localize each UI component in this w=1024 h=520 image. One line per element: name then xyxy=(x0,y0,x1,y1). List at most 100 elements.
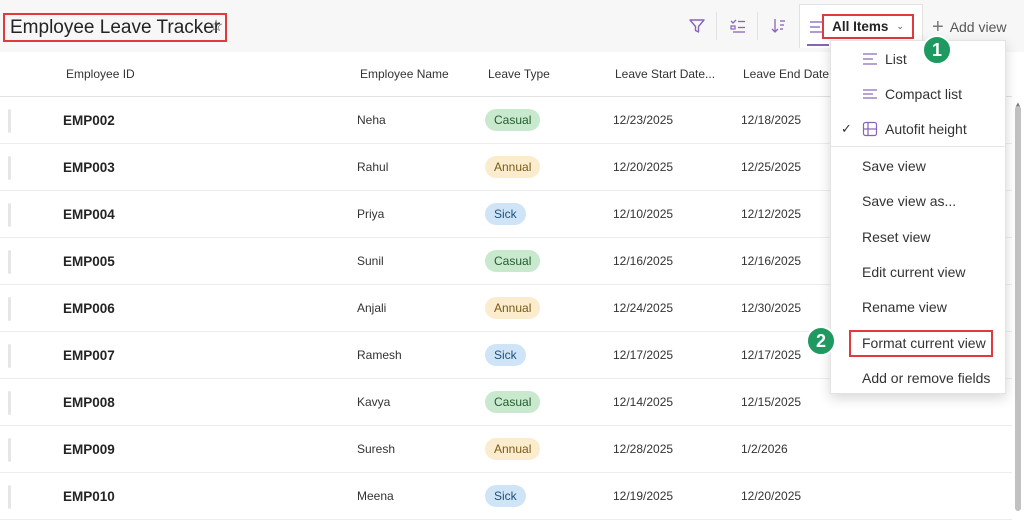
cell-leave-start-date: 12/10/2025 xyxy=(613,207,674,221)
table-row[interactable]: EMP009 Suresh Annual 12/28/2025 1/2/2026 xyxy=(0,426,1012,473)
leave-type-pill: Sick xyxy=(485,485,526,507)
menu-item-label: List xyxy=(885,51,907,67)
row-selection-handle[interactable] xyxy=(8,391,11,415)
cell-leave-end-date: 12/20/2025 xyxy=(741,489,802,503)
row-selection-handle[interactable] xyxy=(8,250,11,274)
menu-item-save-view-as[interactable]: Save view as... xyxy=(831,184,1007,218)
cell-employee-name: Kavya xyxy=(357,395,391,409)
autofit-icon xyxy=(862,121,878,137)
compact-list-icon xyxy=(863,89,877,99)
cell-leave-start-date: 12/24/2025 xyxy=(613,301,674,315)
cell-employee-id[interactable]: EMP006 xyxy=(63,301,115,316)
column-header-leave-end-date[interactable]: Leave End Date xyxy=(743,67,829,81)
favorite-star-icon[interactable]: ☆ xyxy=(207,17,225,35)
cell-leave-start-date: 12/20/2025 xyxy=(613,160,674,174)
table-row[interactable]: EMP010 Meena Sick 12/19/2025 12/20/2025 xyxy=(0,473,1012,520)
cell-employee-id[interactable]: EMP002 xyxy=(63,113,115,128)
menu-divider xyxy=(831,146,1007,147)
leave-type-pill: Sick xyxy=(485,344,526,366)
list-title: Employee Leave Tracker xyxy=(3,13,228,42)
column-header-leave-start-date[interactable]: Leave Start Date... xyxy=(615,67,715,81)
cell-employee-name: Priya xyxy=(357,207,385,221)
row-selection-handle[interactable] xyxy=(8,485,11,509)
cell-leave-end-date: 12/17/2025 xyxy=(741,348,802,362)
view-selector-label: All Items xyxy=(832,19,889,34)
leave-type-pill: Annual xyxy=(485,297,541,319)
checkmark-icon: ✓ xyxy=(841,121,852,136)
cell-employee-name: Ramesh xyxy=(357,348,402,362)
menu-item-label: Compact list xyxy=(885,86,963,102)
menu-item-reset-view[interactable]: Reset view xyxy=(831,220,1007,254)
row-selection-handle[interactable] xyxy=(8,438,11,462)
column-header-leave-type[interactable]: Leave Type xyxy=(488,67,550,81)
view-active-indicator xyxy=(807,44,829,46)
view-selector-button[interactable]: All Items ⌄ xyxy=(822,14,914,39)
cell-employee-id[interactable]: EMP003 xyxy=(63,160,115,175)
menu-item-label: Format current view xyxy=(862,335,986,351)
view-options-menu: List Compact list ✓ Autofit height Save … xyxy=(830,40,1007,395)
toolbar-divider xyxy=(757,12,758,40)
cell-employee-name: Rahul xyxy=(357,160,389,174)
cell-employee-name: Sunil xyxy=(357,254,384,268)
menu-item-label: Save view xyxy=(862,158,926,174)
cell-employee-name: Anjali xyxy=(357,301,387,315)
menu-item-add-or-remove-fields[interactable]: Add or remove fields xyxy=(831,361,1007,395)
menu-item-autofit-height[interactable]: ✓ Autofit height xyxy=(831,112,1007,146)
cell-employee-id[interactable]: EMP004 xyxy=(63,207,115,222)
cell-leave-end-date: 12/30/2025 xyxy=(741,301,802,315)
cell-leave-end-date: 12/18/2025 xyxy=(741,113,802,127)
leave-type-pill: Casual xyxy=(485,391,541,413)
column-header-employee-id[interactable]: Employee ID xyxy=(66,67,135,81)
leave-type-pill: Casual xyxy=(485,250,541,272)
list-icon xyxy=(863,53,877,65)
menu-item-label: Autofit height xyxy=(885,121,967,137)
list-title-text: Employee Leave Tracker xyxy=(10,16,221,38)
menu-item-edit-current-view[interactable]: Edit current view xyxy=(831,255,1007,289)
menu-item-list[interactable]: List xyxy=(831,42,1007,76)
vertical-scrollbar[interactable]: ▲ xyxy=(1013,100,1024,518)
cell-leave-end-date: 12/12/2025 xyxy=(741,207,802,221)
cell-employee-id[interactable]: EMP007 xyxy=(63,348,115,363)
cell-employee-name: Suresh xyxy=(357,442,396,456)
cell-leave-start-date: 12/28/2025 xyxy=(613,442,674,456)
cell-employee-id[interactable]: EMP009 xyxy=(63,442,115,457)
cell-leave-start-date: 12/16/2025 xyxy=(613,254,674,268)
scrollbar-thumb[interactable] xyxy=(1015,106,1021,511)
chevron-down-icon: ⌄ xyxy=(896,21,904,31)
menu-item-format-current-view[interactable]: Format current view xyxy=(831,326,1007,360)
step-callout-1: 1 xyxy=(922,35,952,65)
cell-employee-name: Meena xyxy=(357,489,394,503)
menu-item-save-view[interactable]: Save view xyxy=(831,149,1007,183)
cell-leave-end-date: 12/25/2025 xyxy=(741,160,802,174)
row-selection-handle[interactable] xyxy=(8,344,11,368)
leave-type-pill: Annual xyxy=(485,156,541,178)
row-selection-handle[interactable] xyxy=(8,109,11,133)
add-view-button[interactable]: + Add view xyxy=(932,16,1007,38)
cell-employee-id[interactable]: EMP005 xyxy=(63,254,115,269)
column-header-employee-name[interactable]: Employee Name xyxy=(360,67,449,81)
leave-type-pill: Annual xyxy=(485,438,541,460)
menu-item-label: Edit current view xyxy=(862,264,966,280)
toolbar-divider xyxy=(716,12,717,40)
menu-item-compact-list[interactable]: Compact list xyxy=(831,77,1007,111)
cell-employee-id[interactable]: EMP010 xyxy=(63,489,115,504)
leave-type-pill: Sick xyxy=(485,203,526,225)
menu-item-label: Rename view xyxy=(862,299,947,315)
sort-icon[interactable] xyxy=(767,15,789,37)
step-callout-2: 2 xyxy=(806,326,836,356)
cell-leave-end-date: 12/15/2025 xyxy=(741,395,802,409)
cell-leave-start-date: 12/23/2025 xyxy=(613,113,674,127)
cell-employee-name: Neha xyxy=(357,113,386,127)
cell-leave-end-date: 1/2/2026 xyxy=(741,442,788,456)
filter-icon[interactable] xyxy=(686,15,708,37)
group-by-icon[interactable] xyxy=(727,15,749,37)
menu-item-label: Reset view xyxy=(862,229,931,245)
row-selection-handle[interactable] xyxy=(8,203,11,227)
menu-item-rename-view[interactable]: Rename view xyxy=(831,290,1007,324)
cell-employee-id[interactable]: EMP008 xyxy=(63,395,115,410)
menu-item-label: Add or remove fields xyxy=(862,370,991,386)
row-selection-handle[interactable] xyxy=(8,297,11,321)
plus-icon: + xyxy=(932,16,944,38)
menu-item-label: Save view as... xyxy=(862,193,957,209)
row-selection-handle[interactable] xyxy=(8,156,11,180)
